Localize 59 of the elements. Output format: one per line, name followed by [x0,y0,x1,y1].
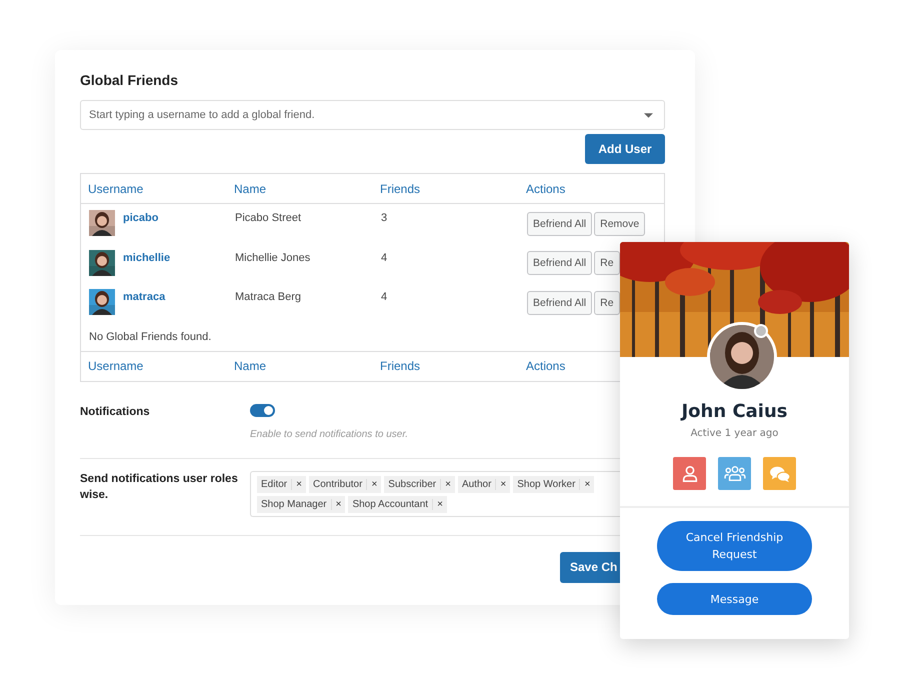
profile-name: John Caius [681,401,788,422]
remove-tag-button[interactable]: × [580,476,594,492]
column-header[interactable]: Username [88,182,144,196]
save-button[interactable]: Save Ch [560,552,620,582]
remove-tag-button[interactable]: × [433,496,447,512]
toggle-switch[interactable] [250,404,275,416]
role-tag: Shop Worker [513,478,580,490]
action-button[interactable]: Re [594,290,620,315]
empty-message: No Global Friends found. [88,330,212,344]
action-button[interactable]: Re [594,251,620,276]
column-header[interactable]: Actions [526,182,566,196]
action-button[interactable]: Remove [594,212,646,236]
column-header[interactable]: Friends [380,182,420,196]
friends-button[interactable] [718,457,751,490]
remove-tag-button[interactable]: × [496,476,510,492]
column-header[interactable]: Actions [526,359,566,373]
remove-tag-button[interactable]: × [292,476,306,492]
role-tag: Shop Manager [257,498,332,510]
role-tag: Shop Accountant [348,498,434,510]
column-header[interactable]: Name [234,182,266,196]
column-header[interactable]: Friends [380,359,420,373]
table-cell-text: Matraca Berg [235,290,302,303]
profile-button[interactable] [673,457,706,490]
activity-text: Active 1 year ago [690,428,778,439]
search-field[interactable]: Start typing a username to add a global friend. [80,100,665,130]
setting-label: Notifications [80,404,151,420]
setting-label: Send notifications user roles wise. [80,472,239,502]
role-tag: Editor [257,478,292,490]
column-header[interactable]: Username [88,359,144,373]
group-icon [724,464,746,482]
message-button[interactable]: Message [657,583,812,615]
messages-button[interactable] [763,457,796,490]
column-header[interactable]: Name [234,359,266,373]
section-title: Global Friends [80,72,180,88]
username-link[interactable]: matraca [123,289,166,303]
table-cell-text: Michellie Jones [235,250,312,264]
role-tag: Author [458,478,496,490]
chat-icon [768,464,790,482]
table-cell-text: 3 [381,211,388,224]
user-icon [680,464,698,482]
cancel-request-button[interactable]: Cancel Friendship Request [657,521,812,571]
avatar-icon [707,322,777,392]
username-link[interactable]: michellie [123,250,170,264]
remove-tag-button[interactable]: × [367,476,382,492]
table-cell-text: 4 [381,250,388,264]
action-button[interactable]: Befriend All [527,290,592,315]
username-link[interactable]: picabo [123,210,158,224]
remove-tag-button[interactable]: × [441,476,455,492]
action-button[interactable]: Befriend All [527,212,592,236]
roles-field[interactable]: Editor × Contributor × Subscriber × Author × Shop Worker × Shop Manager × Shop Accountant × [250,470,620,516]
action-button[interactable]: Befriend All [527,251,592,276]
table-cell-text: Picabo Street [235,211,302,224]
add-user-button[interactable]: Add User [585,134,665,164]
remove-tag-button[interactable]: × [332,496,346,512]
table-cell-text: 4 [381,290,388,303]
caret-icon [644,113,653,118]
role-tag: Subscriber [384,478,442,490]
hint-text: Enable to send notifications to user. [250,428,410,440]
role-tag: Contributor [308,478,368,490]
